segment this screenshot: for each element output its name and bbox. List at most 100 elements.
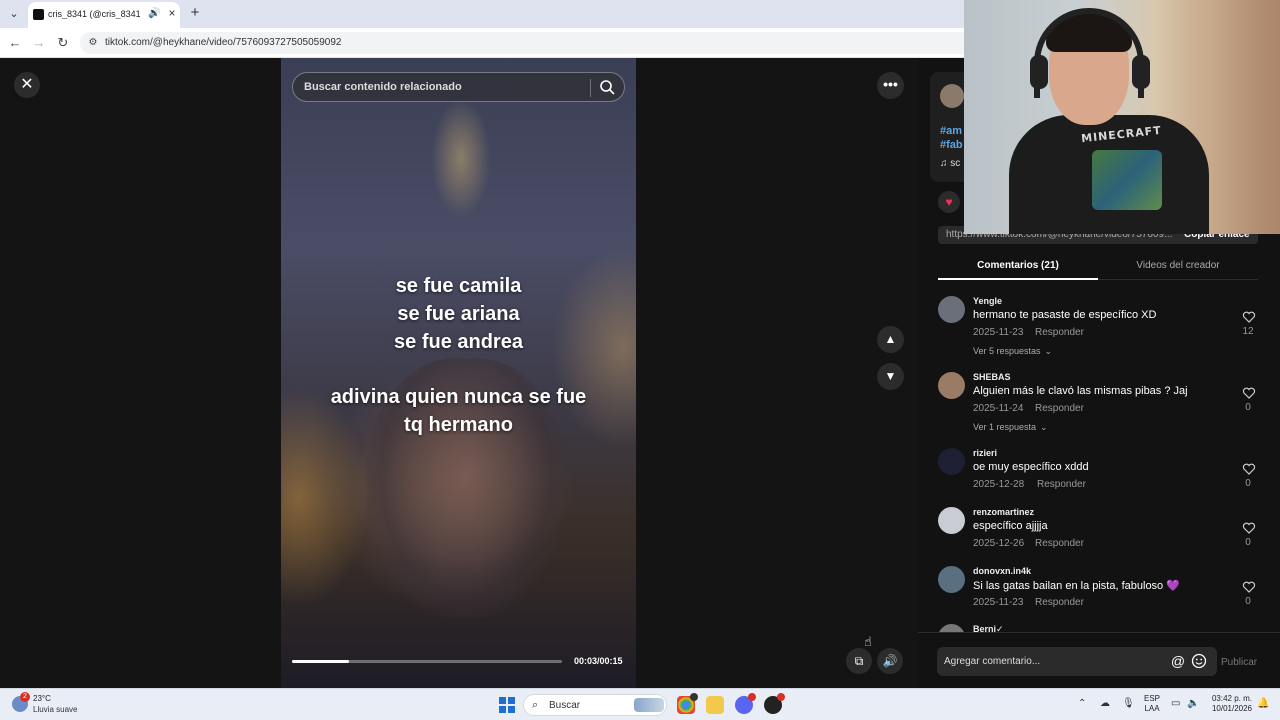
like-heart-icon[interactable]: ♥ [938, 191, 960, 213]
reply-button[interactable]: Responder [1035, 327, 1084, 338]
new-tab-plus-icon[interactable]: + [188, 5, 202, 21]
reply-button[interactable]: Responder [1035, 403, 1084, 414]
reply-button[interactable]: Responder [1035, 597, 1084, 608]
site-info-icon[interactable]: ⚙ [86, 36, 100, 50]
hashtag-line[interactable]: #fab [940, 138, 963, 152]
comment-text: Si las gatas bailan en la pista, fabulos… [973, 580, 1180, 592]
close-icon[interactable]: ✕ [14, 72, 40, 98]
windows-start-icon[interactable] [499, 697, 515, 713]
comment-heart-icon[interactable] [1242, 462, 1256, 476]
speaker-icon[interactable]: 🔈 [1187, 698, 1199, 709]
onedrive-icon[interactable]: ☁ [1100, 698, 1110, 709]
comment-date: 2025-12-26 [973, 538, 1025, 549]
view-replies-button[interactable]: Ver 1 respuesta ⌄ [973, 422, 1048, 433]
mention-at-icon[interactable]: @ [1170, 653, 1186, 669]
reply-button[interactable]: Responder [1037, 479, 1086, 490]
active-tab-indicator [938, 278, 1098, 280]
language-indicator[interactable]: ESP LAA [1144, 694, 1160, 714]
tab-search-chevron-icon[interactable]: ⌄ [6, 6, 22, 22]
hashtags[interactable]: #am #fab [940, 124, 963, 152]
notification-bell-icon[interactable]: 🔔 [1257, 698, 1269, 710]
microphone-icon[interactable]: 🎙 [1122, 698, 1135, 709]
comment-placeholder: Agregar comentario... [944, 656, 1041, 667]
publish-button[interactable]: Publicar [1221, 657, 1257, 668]
notification-dot [690, 693, 698, 701]
comment-username[interactable]: Yengle [973, 296, 1002, 306]
language-code: ESP [1144, 694, 1161, 703]
taskbar-search[interactable]: ⌕ Buscar [523, 694, 667, 716]
discord-icon[interactable] [735, 693, 756, 714]
screen: ⌄ cris_8341 (@cris_8341) | Tik 🔊 × + ← →… [0, 0, 1280, 720]
commenter-avatar[interactable] [938, 624, 965, 632]
chevron-up-icon[interactable]: ⌃ [1078, 698, 1086, 709]
comment-heart-icon[interactable] [1242, 386, 1256, 400]
hashtag-line[interactable]: #am [940, 124, 963, 138]
chevron-down-icon[interactable]: ▼ [877, 363, 904, 390]
speaker-icon[interactable]: 🔊 [148, 8, 160, 20]
comment-username[interactable]: SHEBAS [973, 372, 1011, 382]
more-options-icon[interactable]: ••• [877, 72, 904, 99]
browser-tab[interactable]: cris_8341 (@cris_8341) | Tik 🔊 × [28, 2, 180, 28]
network-icon[interactable]: ▭ [1171, 698, 1180, 709]
mini-player-icon[interactable]: ⧉ [846, 648, 872, 674]
comment-heart-icon[interactable] [1242, 580, 1256, 594]
search-icon[interactable] [599, 79, 615, 95]
view-replies-button[interactable]: Ver 5 respuestas ⌄ [973, 346, 1052, 357]
forward-arrow-icon[interactable]: → [31, 35, 47, 51]
video-progress-bar[interactable] [292, 660, 562, 663]
close-tab-icon[interactable]: × [166, 7, 178, 19]
caption-line: se fue andrea [394, 331, 523, 353]
comment-list: Yengle hermano te pasaste de específico … [918, 288, 1280, 632]
comment-like-count: 12 [1242, 326, 1254, 337]
comment-heart-icon[interactable] [1242, 521, 1256, 535]
headset-icon [1034, 8, 1144, 98]
reply-button[interactable]: Responder [1035, 538, 1084, 549]
caption-line: tq hermano [404, 414, 513, 436]
comment-username[interactable]: rizieri [973, 448, 997, 458]
tab-creator-videos[interactable]: Videos del creador [1098, 260, 1258, 271]
weather-description[interactable]: Lluvia suave [33, 705, 77, 714]
related-search-input[interactable]: Buscar contenido relacionado [292, 72, 625, 102]
chrome-icon[interactable] [677, 693, 698, 714]
weather-temperature[interactable]: 23°C [33, 694, 51, 703]
sound-label: sc [950, 158, 961, 169]
sound-link[interactable]: ♫ sc [940, 158, 960, 169]
taskbar-search-label: Buscar [549, 700, 581, 711]
search-placeholder: Buscar contenido relacionado [304, 81, 462, 93]
comment-username[interactable]: Berni✓ [973, 624, 1004, 632]
clock-date: 10/01/2026 [1211, 704, 1252, 713]
start-tile [499, 697, 506, 704]
volume-icon[interactable]: 🔊 [877, 648, 903, 674]
emoji-icon[interactable] [1191, 653, 1207, 669]
commenter-avatar[interactable] [938, 372, 965, 399]
obs-icon[interactable] [764, 693, 785, 714]
video-time: 00:03/00:15 [574, 656, 623, 666]
search-icon: ⌕ [532, 699, 539, 711]
video-viewer: ✕ se fue camila se fue ariana se fue and… [0, 58, 918, 688]
windows-taskbar: 2 23°C Lluvia suave ⌕ Buscar ⌃ ☁ 🎙 ESP L… [0, 688, 1280, 720]
file-explorer-icon[interactable] [706, 696, 724, 714]
creator-avatar[interactable] [940, 84, 964, 108]
url-text[interactable]: tiktok.com/@heykhane/video/7576093727505… [105, 37, 341, 48]
commenter-avatar[interactable] [938, 507, 965, 534]
headset-earcup-left [1030, 55, 1048, 89]
back-arrow-icon[interactable]: ← [7, 35, 23, 51]
comment-like-count: 0 [1245, 537, 1251, 548]
video-player[interactable]: se fue camila se fue ariana se fue andre… [281, 58, 636, 688]
tab-title: cris_8341 (@cris_8341) | Tik [48, 9, 140, 19]
comment-username[interactable]: donovxn.in4k [973, 566, 1031, 576]
comment-input[interactable]: Agregar comentario... @ [937, 647, 1217, 676]
search-highlight-image [634, 698, 664, 712]
chevron-up-icon[interactable]: ▲ [877, 326, 904, 353]
tab-comments[interactable]: Comentarios (21) [938, 260, 1098, 271]
commenter-avatar[interactable] [938, 296, 965, 323]
system-clock[interactable]: 03:42 p. m. 10/01/2026 [1206, 694, 1252, 714]
comment-username[interactable]: renzomartinez [973, 507, 1034, 517]
address-bar[interactable]: ⚙ tiktok.com/@heykhane/video/75760937275… [80, 32, 980, 54]
commenter-avatar[interactable] [938, 566, 965, 593]
comment-heart-icon[interactable] [1242, 310, 1256, 324]
reload-icon[interactable]: ↻ [55, 35, 71, 51]
headset-earcup-right [1132, 55, 1150, 89]
commenter-avatar[interactable] [938, 448, 965, 475]
chevron-down-icon: ⌄ [1040, 422, 1048, 432]
